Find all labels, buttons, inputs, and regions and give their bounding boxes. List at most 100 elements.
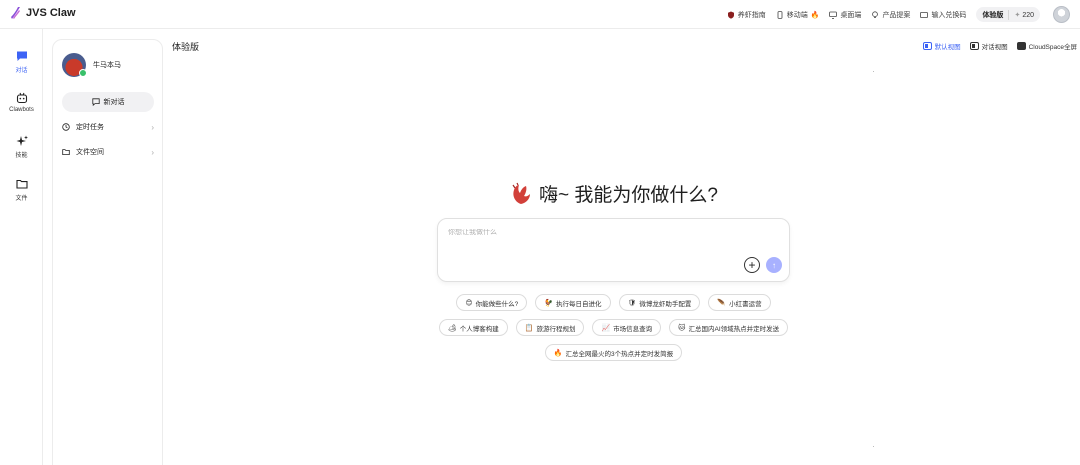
user-avatar-top[interactable] (1053, 6, 1070, 23)
chip-label: 执行每日自进化 (556, 300, 602, 308)
view-label: 对话视图 (981, 44, 1008, 51)
top-link-label: 桌面端 (840, 11, 862, 19)
top-link-guide[interactable]: 养虾指南 (727, 10, 766, 20)
top-link-proposal[interactable]: 产品提案 (871, 10, 910, 20)
chip-label: 旅游行程规划 (536, 325, 576, 333)
decor-dot (873, 71, 874, 72)
suggestion-chip[interactable]: 📈 市场信息查询 (592, 319, 662, 336)
feather-icon: 🪶 (717, 299, 727, 307)
chevron-right-icon: › (151, 147, 154, 157)
chip-label: 你能做些什么? (475, 300, 519, 308)
monitor-icon (829, 11, 838, 19)
phone-icon (777, 10, 783, 19)
chip-label: 市场信息查询 (613, 325, 653, 333)
fire-icon: 🔥 (810, 11, 820, 19)
icon-rail: 对话 Clawbots 技能 文件 (0, 29, 43, 465)
chip-label: 汇总国内AI领域热点并定时发送 (688, 325, 780, 333)
chat-composer: + ↑ (437, 218, 790, 282)
top-link-mobile[interactable]: 移动端 🔥 (776, 10, 820, 20)
chip-label: 小红書运营 (729, 300, 762, 308)
camping-icon: 🏕 (447, 324, 457, 332)
conversation-panel: 牛马本马 新对话 定时任务 › 文件空间 › (52, 39, 163, 465)
nav-item-file-space[interactable]: 文件空间 › (62, 145, 154, 159)
nav-item-label: 文件空间 (76, 149, 104, 156)
plan-label: 体验版 (982, 9, 1010, 20)
top-link-label: 移动端 (786, 11, 808, 19)
chip-label: 个人博客构建 (459, 325, 499, 333)
top-link-desktop[interactable]: 桌面端 (829, 10, 861, 20)
claw-logo-icon (11, 7, 20, 19)
rail-label: 对话 (15, 68, 28, 74)
brand[interactable]: JVS Claw (10, 6, 76, 20)
shield-icon: 🛡 (627, 299, 637, 307)
top-link-label: 养虾指南 (737, 11, 766, 19)
app-name: JVS Claw (26, 7, 76, 19)
rail-item-clawbots[interactable]: Clawbots (0, 92, 43, 113)
suggestion-chips: 😊 你能做些什么? 🐓 执行每日自进化 🛡 微博龙虾助手配置 🪶 小红書运营 🏕 个人博客… (430, 294, 797, 369)
chip-row: 🔥 汇总全网最火的3个热点并定时发简报 (430, 344, 797, 361)
shield-icon (727, 11, 734, 19)
smile-icon: 😊 (465, 299, 473, 307)
clipboard-icon: 📋 (524, 324, 534, 332)
clock-icon (62, 123, 70, 131)
suggestion-chip[interactable]: 😊 你能做些什么? (456, 294, 528, 311)
view-label: CloudSpace全屏 (1028, 44, 1077, 51)
add-attachment-button[interactable]: + (744, 257, 760, 273)
nav-item-label: 定时任务 (76, 124, 104, 131)
suggestion-chip[interactable]: 🏕 个人博客构建 (438, 319, 508, 336)
top-link-label: 产品提案 (882, 11, 911, 19)
top-link-redeem[interactable]: 输入兑换码 (920, 10, 966, 20)
view-chat[interactable]: 对话视图 (969, 41, 1008, 51)
sparkle-icon: ✦ (1014, 11, 1021, 19)
view-cloudspace-fullscreen[interactable]: CloudSpace全屏 (1016, 41, 1077, 51)
rooster-icon: 🐓 (544, 299, 554, 307)
user-profile[interactable]: 牛马本马 (62, 53, 121, 77)
view-default[interactable]: 默认视图 (922, 41, 961, 51)
rail-item-files[interactable]: 文件 (0, 178, 43, 202)
suggestion-chip[interactable]: 🐱 汇总国内AI领域热点并定时发送 (669, 319, 789, 336)
layout-sidebar-icon (922, 42, 932, 50)
decor-dot (873, 446, 874, 447)
chip-label: 微博龙虾助手配置 (639, 300, 692, 308)
chip-label: 汇总全网最火的3个热点并定时发简报 (565, 350, 674, 358)
greeting-text: 嗨~ 我能为你做什么? (539, 185, 718, 206)
arrow-up-icon: ↑ (772, 260, 776, 270)
chip-row: 😊 你能做些什么? 🐓 执行每日自进化 🛡 微博龙虾助手配置 🪶 小红書运营 (430, 294, 797, 311)
bot-icon (16, 92, 27, 104)
chat-input[interactable] (448, 229, 768, 236)
new-chat-button[interactable]: 新对话 (62, 92, 154, 112)
fullscreen-icon (1016, 42, 1026, 50)
suggestion-chip[interactable]: 🛡 微博龙虾助手配置 (618, 294, 701, 311)
points-count: ✦ 220 (1009, 11, 1034, 19)
suggestion-chip[interactable]: 🔥 汇总全网最火的3个热点并定时发简报 (544, 344, 683, 361)
suggestion-chip[interactable]: 📋 旅游行程规划 (515, 319, 585, 336)
rail-label: Clawbots (9, 107, 34, 113)
plus-icon: + (748, 258, 756, 272)
new-chat-icon (91, 98, 100, 106)
nav-item-scheduled-tasks[interactable]: 定时任务 › (62, 120, 154, 134)
send-button[interactable]: ↑ (766, 257, 782, 273)
rail-label: 文件 (15, 196, 28, 202)
user-avatar (62, 53, 87, 77)
chip-row: 🏕 个人博客构建 📋 旅游行程规划 📈 市场信息查询 🐱 汇总国内AI领域热点并定时发送 (430, 319, 797, 336)
rail-item-chat[interactable]: 对话 (0, 50, 43, 74)
rail-label: 技能 (15, 153, 28, 159)
fire-icon: 🔥 (553, 349, 563, 357)
lightbulb-icon (872, 10, 879, 18)
chevron-right-icon: › (151, 122, 154, 132)
top-link-label: 输入兑换码 (931, 11, 967, 19)
chat-icon (16, 51, 27, 61)
lobster-claw-icon (512, 182, 531, 204)
user-name: 牛马本马 (93, 62, 121, 69)
folder-icon (15, 179, 28, 189)
suggestion-chip[interactable]: 🪶 小红書运营 (708, 294, 771, 311)
new-chat-label: 新对话 (103, 99, 125, 106)
plan-points-badge[interactable]: 体验版 ✦ 220 (976, 7, 1040, 22)
layout-chat-icon (969, 42, 979, 50)
top-bar: JVS Claw 养虾指南 移动端 🔥 桌面端 产品提案 输入兑换码 体验版 ✦… (0, 0, 1080, 29)
rail-item-skills[interactable]: 技能 (0, 135, 43, 159)
folder-icon (62, 149, 70, 155)
suggestion-chip[interactable]: 🐓 执行每日自进化 (535, 294, 611, 311)
ticket-icon (920, 11, 929, 18)
page-title: 体验版 (172, 42, 200, 52)
